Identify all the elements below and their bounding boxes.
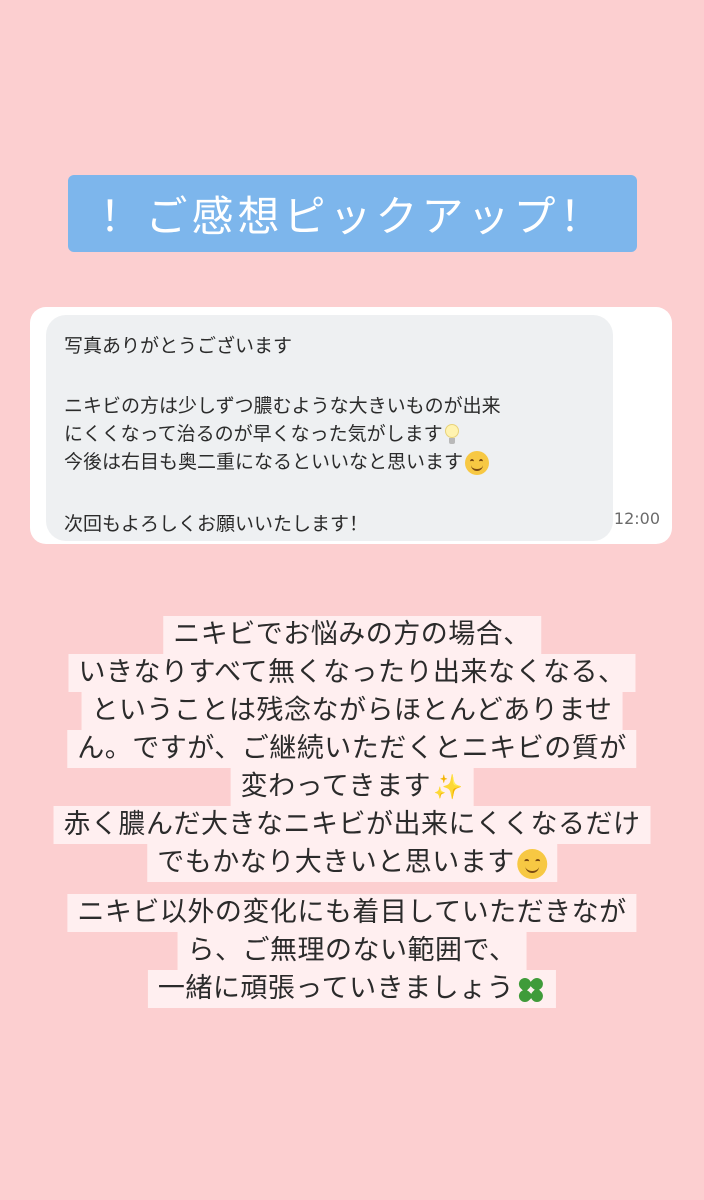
caption-line: 変わってきます✨ bbox=[230, 768, 474, 806]
message-line: にくくなって治るのが早くなった気がします bbox=[64, 421, 459, 447]
caption-line: でもかなり大きいと思います bbox=[147, 844, 557, 882]
message-bubble: 写真ありがとうございます ニキビの方は少しずつ膿むような大きいものが出来 にくく… bbox=[46, 315, 613, 541]
caption-line: ん。ですが、ご継続いただくとニキビの質が bbox=[67, 730, 637, 768]
message-line: 次回もよろしくお願いいたします！ bbox=[64, 513, 369, 535]
caption-line: いきなりすべて無くなったり出来なくなる、 bbox=[68, 654, 636, 692]
pickup-banner: ！ご感想ピックアップ！ bbox=[68, 175, 637, 252]
caption-line: ニキビでお悩みの方の場合、 bbox=[163, 616, 541, 654]
message-line: ニキビの方は少しずつ膿むような大きいものが出来 bbox=[64, 395, 501, 417]
four-leaf-clover-icon bbox=[516, 975, 546, 1005]
message-line: 写真ありがとうございます bbox=[64, 335, 293, 357]
smiling-face-icon bbox=[465, 450, 490, 475]
light-bulb-icon bbox=[444, 423, 459, 446]
message-timestamp: 12:00 bbox=[613, 509, 660, 528]
chat-screenshot-card: 写真ありがとうございます ニキビの方は少しずつ膿むような大きいものが出来 にくく… bbox=[30, 307, 672, 544]
caption-line: ら、ご無理のない範囲で、 bbox=[177, 932, 527, 970]
sparkles-icon: ✨ bbox=[432, 773, 464, 801]
caption-line: ニキビ以外の変化にも着目していただきなが bbox=[67, 894, 637, 932]
caption-line: 一緒に頑張っていきましょう bbox=[147, 970, 557, 1008]
caption-line: ということは残念ながらほとんどありませ bbox=[81, 692, 623, 730]
caption-line: 赤く膿んだ大きなニキビが出来にくくなるだけ bbox=[53, 806, 651, 844]
smiling-face-icon bbox=[516, 848, 547, 879]
banner-title: ！ご感想ピックアップ！ bbox=[99, 192, 606, 241]
message-line: 今後は右目も奥二重になるといいなと思います bbox=[64, 449, 490, 475]
